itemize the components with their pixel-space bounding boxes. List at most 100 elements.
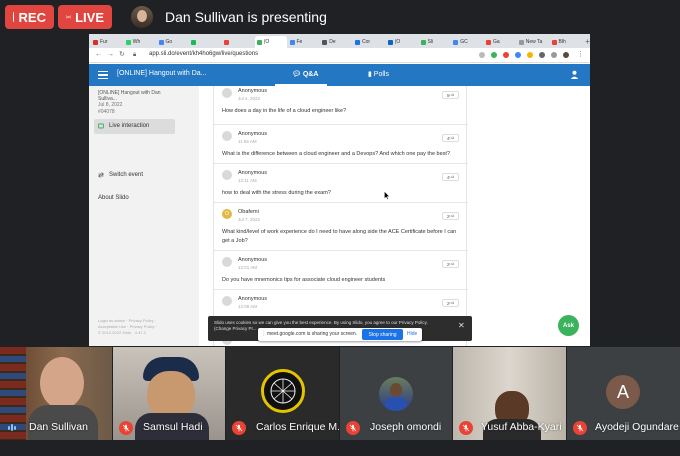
- browser-tab[interactable]: (O: [386, 36, 418, 48]
- browser-tab[interactable]: (O: [254, 36, 287, 48]
- forward-icon[interactable]: →: [107, 51, 114, 59]
- question-text: What is the difference between a cloud e…: [222, 151, 450, 157]
- sidebar-item-switch-event[interactable]: Switch event: [98, 172, 143, 178]
- extension-icon[interactable]: [527, 52, 533, 58]
- participant-name: Ayodeji Ogundare: [595, 421, 679, 433]
- favicon-icon: [420, 39, 426, 45]
- favicon-icon: [453, 39, 459, 45]
- like-button[interactable]: 5 👍︎: [442, 91, 459, 99]
- address-bar: ← → ↻ 🔒︎ app.sli.do/event/kh4ho6gw/live/…: [89, 48, 590, 63]
- menu-icon[interactable]: [551, 52, 557, 58]
- extension-icon[interactable]: [491, 52, 497, 58]
- like-button[interactable]: 2 👍︎: [442, 299, 459, 307]
- favicon-icon: [387, 39, 393, 45]
- extension-icon[interactable]: [503, 52, 509, 58]
- mic-off-icon: [573, 421, 587, 435]
- thumbs-up-icon: 👍︎: [449, 92, 455, 97]
- question-card[interactable]: Anonymous 12:11 AM how to deal with the st…: [214, 164, 468, 203]
- browser-tab[interactable]: Go: [157, 36, 189, 48]
- participant-tile[interactable]: Dan Sullivan: [0, 347, 112, 440]
- ask-button[interactable]: Ask: [558, 315, 579, 336]
- browser-tab[interactable]: De: [320, 36, 352, 48]
- favicon-icon: [191, 39, 197, 45]
- question-card[interactable]: O Obafemi Jul 7, 2022 What kind/level of wo…: [214, 203, 468, 251]
- participant-tile[interactable]: A Ayodeji Ogundare: [567, 347, 680, 440]
- like-button[interactable]: 2 👍︎: [442, 260, 459, 268]
- back-icon[interactable]: ←: [95, 51, 102, 59]
- browser-tab[interactable]: New Ta: [517, 36, 549, 48]
- browser-tab-label: De: [329, 39, 336, 45]
- browser-tab[interactable]: [222, 36, 254, 48]
- browser-tab-label: (O: [394, 39, 401, 45]
- browser-tab-label: Fur: [100, 39, 108, 45]
- sidebar-item-live-interaction[interactable]: Live interaction: [98, 123, 149, 129]
- tab-polls[interactable]: ▮ Polls: [368, 70, 389, 78]
- participant-tile[interactable]: Carlos Enrique M...: [226, 347, 339, 440]
- question-author: Anonymous: [238, 296, 268, 302]
- participant-tile[interactable]: Samsul Hadi: [113, 347, 225, 440]
- mic-off-icon: [459, 421, 473, 435]
- network-logo-icon: [270, 378, 296, 404]
- like-button[interactable]: 4 👍︎: [442, 134, 459, 142]
- favicon-icon: [486, 39, 491, 45]
- browser-tab[interactable]: [189, 36, 221, 48]
- reload-icon[interactable]: ↻: [119, 51, 125, 59]
- sidebar-footer: Login as admin · Privacy Policy · Accept…: [98, 318, 157, 335]
- like-button[interactable]: 4 👍︎: [442, 173, 459, 181]
- live-button[interactable]: LIVE: [58, 5, 112, 29]
- question-card[interactable]: Anonymous 11:56 AM What is the difference …: [214, 125, 468, 164]
- new-tab-icon[interactable]: +: [585, 36, 590, 48]
- favicon-icon: [289, 39, 295, 45]
- browser-tabstrip: Fur Wh Go (O Fe De Cor (O Sli GC Ga New Ta Blh +: [89, 34, 590, 48]
- browser-tab[interactable]: GC: [451, 36, 483, 48]
- question-author-avatar: O: [222, 209, 232, 219]
- participant-tile[interactable]: Yusuf Abba-Kyari: [453, 347, 566, 440]
- favicon-icon: [224, 39, 229, 45]
- question-card[interactable]: Anonymous Jul 4, 2022 How does a day in th…: [214, 86, 468, 125]
- rec-button[interactable]: REC: [5, 5, 54, 29]
- browser-tab[interactable]: Blh: [550, 36, 582, 48]
- thumbs-up-icon: 👍︎: [449, 174, 455, 179]
- question-text: Do you have mnemonics tips for associate…: [222, 277, 386, 283]
- question-card[interactable]: Anonymous 12:01 AM Do you have mnemonics t…: [214, 251, 468, 290]
- participant-tile[interactable]: Joseph omondi: [340, 347, 452, 440]
- question-author: Obafemi: [238, 209, 259, 215]
- browser-tab[interactable]: Fe: [288, 36, 320, 48]
- sidebar-event-date: Jul 8, 2022: [98, 102, 123, 108]
- tab-qa[interactable]: 💬︎ Q&A: [292, 70, 318, 78]
- stop-sharing-button[interactable]: Stop sharing: [362, 329, 403, 340]
- favicon-icon: [518, 39, 524, 45]
- browser-tab-label: Wh: [132, 39, 141, 45]
- like-button[interactable]: 2 👍︎: [442, 212, 459, 220]
- hamburger-menu-icon[interactable]: [98, 71, 108, 81]
- close-icon[interactable]: ✕: [458, 322, 465, 330]
- question-author: Anonymous: [238, 131, 268, 137]
- user-icon[interactable]: [570, 70, 579, 79]
- slido-sidebar: [ONLINE] Hangout with Dan Sulliva... Jul…: [89, 86, 199, 346]
- browser-tab[interactable]: Sli: [419, 36, 451, 48]
- browser-tab-label: Cor: [362, 39, 371, 45]
- question-timestamp: Jul 4, 2022: [238, 96, 261, 101]
- profile-avatar[interactable]: [563, 52, 569, 58]
- puzzle-icon[interactable]: [539, 52, 545, 58]
- sidebar-event-code: #04078: [98, 109, 115, 115]
- question-timestamp: 12:01 AM: [238, 265, 258, 270]
- mic-off-icon: [232, 421, 246, 435]
- browser-tab[interactable]: Cor: [353, 36, 385, 48]
- kebab-menu-icon[interactable]: ⋮: [577, 51, 584, 59]
- star-icon[interactable]: [479, 52, 485, 58]
- screen-share-bar: ⋮ meet.google.com is sharing your screen…: [258, 328, 422, 341]
- browser-tab[interactable]: Wh: [124, 36, 156, 48]
- sidebar-event-name: [ONLINE] Hangout with Dan Sulliva...: [98, 90, 161, 102]
- record-icon: [13, 12, 14, 22]
- hide-button[interactable]: Hide: [407, 331, 417, 337]
- speaking-indicator-icon: [8, 424, 17, 431]
- browser-tab[interactable]: Ga: [484, 36, 516, 48]
- participant-video-face: [40, 357, 84, 409]
- sidebar-about-slido[interactable]: About Slido: [98, 195, 129, 201]
- url-text[interactable]: app.sli.do/event/kh4ho6gw/live/questions: [149, 51, 258, 57]
- extension-icon[interactable]: [515, 52, 521, 58]
- mouse-cursor-icon: [384, 191, 390, 200]
- thumbs-up-icon: 👍︎: [449, 135, 455, 140]
- browser-tab[interactable]: Fur: [91, 36, 123, 48]
